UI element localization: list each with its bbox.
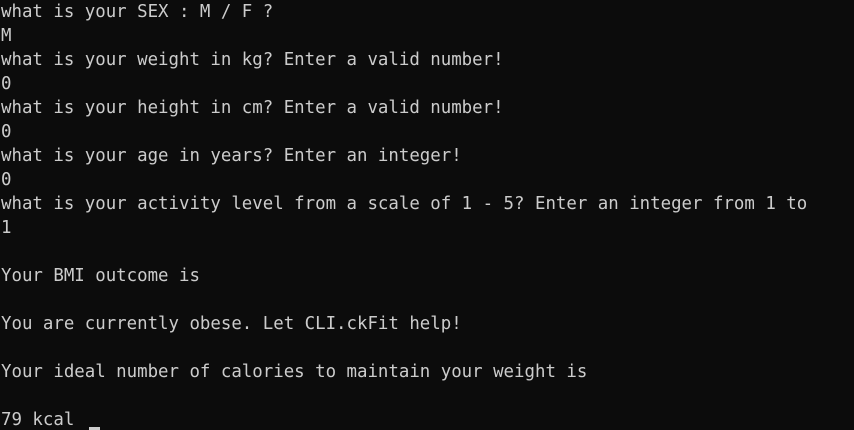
answer-age: 0 xyxy=(1,170,12,190)
prompt-weight: what is your weight in kg? Enter a valid… xyxy=(1,50,504,70)
console-output[interactable]: what is your SEX : M / F ? M what is you… xyxy=(0,0,854,430)
prompt-age: what is your age in years? Enter an inte… xyxy=(1,146,462,166)
answer-weight: 0 xyxy=(1,74,12,94)
bmi-outcome-text: Your BMI outcome is xyxy=(1,266,200,286)
answer-height: 0 xyxy=(1,122,12,142)
calories-result-text: 79 kcal xyxy=(1,410,75,430)
prompt-sex: what is your SEX : M / F ? xyxy=(1,2,274,22)
obesity-status-text: You are currently obese. Let CLI.ckFit h… xyxy=(1,314,462,334)
prompt-height: what is your height in cm? Enter a valid… xyxy=(1,98,504,118)
answer-activity-level: 1 xyxy=(1,218,12,238)
answer-sex: M xyxy=(1,26,12,46)
prompt-activity-level: what is your activity level from a scale… xyxy=(1,194,808,214)
calories-intro-text: Your ideal number of calories to maintai… xyxy=(1,362,588,382)
